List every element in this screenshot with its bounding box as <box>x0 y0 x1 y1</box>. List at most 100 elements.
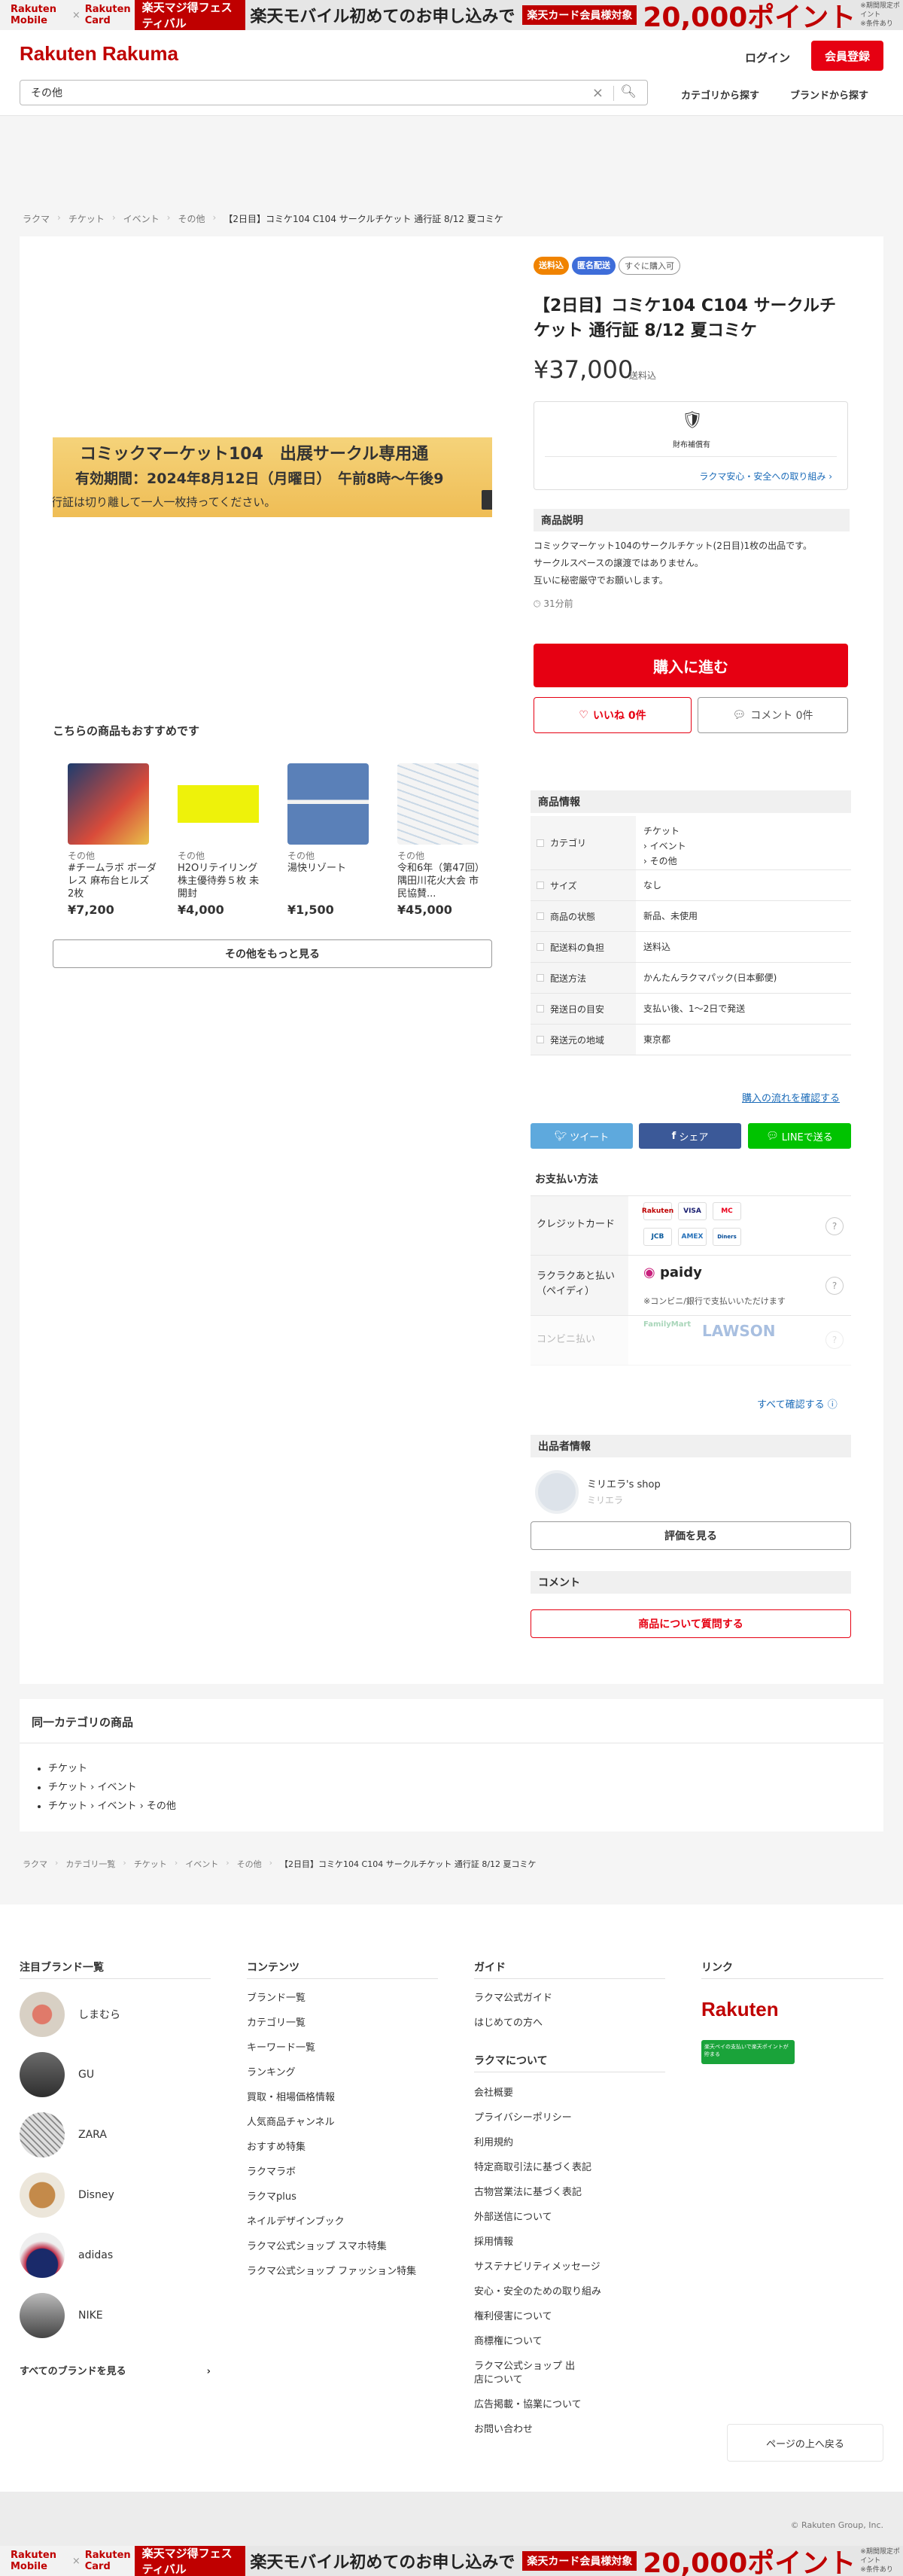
breadcrumb-item[interactable]: イベント <box>123 212 160 225</box>
footer-brand-item[interactable]: Disney <box>20 2173 114 2218</box>
footer-brand-item[interactable]: しまむら <box>20 1992 120 2037</box>
payment-all-link[interactable]: すべて確認する ⓘ <box>757 1396 838 1411</box>
login-link[interactable]: ログイン <box>745 50 790 65</box>
footer-brands-all[interactable]: すべてのブランドを見る › <box>20 2365 211 2379</box>
promo-brand-card: Rakuten Card <box>84 4 131 26</box>
footer-link[interactable]: 権利侵害について <box>474 2310 552 2324</box>
seller-avatar[interactable] <box>535 1470 579 1514</box>
promo-banner-bottom[interactable]: Rakuten Mobile × Rakuten Card 楽天マジ得フェスティ… <box>0 2546 903 2576</box>
footer-link[interactable]: 特定商取引法に基づく表記 <box>474 2161 591 2175</box>
breadcrumb-item[interactable]: ラクマ <box>23 1858 47 1870</box>
help-icon[interactable]: ? <box>825 1331 844 1349</box>
footer-brand-item[interactable]: ZARA <box>20 2112 107 2157</box>
rakuten-pay-link[interactable]: 楽天ペイの支払いで楽天ポイントが貯まる <box>701 2040 795 2064</box>
footer-link[interactable]: ラクマ公式ショップ 出店について <box>474 2360 579 2387</box>
breadcrumb-item[interactable]: その他 <box>178 212 205 225</box>
help-icon[interactable]: ? <box>825 1217 844 1235</box>
footer-link[interactable]: 広告掲載・協業について <box>474 2398 582 2412</box>
promo-card-text: 楽天カード会員様対象 <box>522 5 637 25</box>
footer-link[interactable]: カテゴリ一覧 <box>247 2017 306 2030</box>
footer-brand-item[interactable]: NIKE <box>20 2293 103 2338</box>
recommend-item[interactable]: その他 湯快リゾート ¥1,500 <box>287 763 378 917</box>
footer-link[interactable]: プライバシーポリシー <box>474 2112 572 2125</box>
info-row-ship-days: 発送日の目安 支払い後、1〜2日で発送 <box>531 994 851 1025</box>
footer-link[interactable]: ラクマ公式ショップ スマホ特集 <box>247 2240 387 2254</box>
category-link[interactable]: チケット <box>643 826 680 836</box>
comment-button[interactable]: 💬︎ コメント 0件 <box>698 697 848 733</box>
more-items-button[interactable]: その他をもっと見る <box>53 939 492 968</box>
rakuten-link[interactable]: Rakuten <box>701 1998 779 2020</box>
breadcrumb-item[interactable]: イベント <box>185 1858 218 1870</box>
review-button[interactable]: 評価を見る <box>531 1521 851 1550</box>
page-top-button[interactable]: ページの上へ戻る <box>727 2424 883 2462</box>
promo-mobile-text: 楽天モバイル初めてのお申し込みで <box>250 8 515 26</box>
breadcrumb-item[interactable]: チケット <box>68 212 105 225</box>
help-icon[interactable]: ? <box>825 1277 844 1295</box>
buy-button[interactable]: 購入に進む <box>534 644 848 687</box>
footer-link[interactable]: ラクマplus <box>247 2191 296 2204</box>
recommend-item[interactable]: その他 令和6年（第47回）隅田川花火大会 市民協賛... ¥45,000 <box>397 763 488 917</box>
chevron-right-icon: › <box>206 2366 211 2377</box>
category-link[interactable]: › その他 <box>643 856 677 866</box>
recommend-name: 湯快リゾート <box>287 863 347 874</box>
footer-brand-item[interactable]: adidas <box>20 2233 113 2278</box>
purchase-flow-link[interactable]: 購入の流れを確認する <box>742 1090 840 1104</box>
posted-time: 🕒︎ 31分前 <box>534 598 573 609</box>
like-button[interactable]: ♡ いいね 0件 <box>534 697 692 733</box>
search-input[interactable]: その他 × 🔍︎ <box>20 80 648 105</box>
footer-link[interactable]: 利用規約 <box>474 2136 513 2150</box>
footer-link[interactable]: 買取・相場価格情報 <box>247 2091 335 2105</box>
promo-banner-top[interactable]: Rakuten Mobile × Rakuten Card 楽天マジ得フェスティ… <box>0 0 903 33</box>
footer-link[interactable]: お問い合わせ <box>474 2423 533 2437</box>
product-image[interactable]: コミックマーケット104 出展サークル専用通 有効期間：2024年8月12日（月… <box>53 437 492 517</box>
footer-link[interactable]: キーワード一覧 <box>247 2042 315 2055</box>
footer-link[interactable]: 外部送信について <box>474 2211 552 2224</box>
footer-link[interactable]: ランキング <box>247 2066 296 2080</box>
footer-link[interactable]: 採用情報 <box>474 2236 513 2249</box>
breadcrumb-item[interactable]: ラクマ <box>23 212 50 225</box>
search-icon[interactable]: 🔍︎ <box>620 84 637 99</box>
paidy-note: ※コンビニ/銀行で支払いいただけます <box>643 1296 786 1306</box>
footer-link[interactable]: はじめての方へ <box>474 2017 543 2030</box>
same-category-link[interactable]: チケット › イベント › その他 <box>48 1801 176 1812</box>
footer-link[interactable]: ネイルデザインブック <box>247 2215 345 2229</box>
register-button[interactable]: 会員登録 <box>811 41 883 71</box>
product-price: ¥37,000 <box>534 355 634 384</box>
footer-link[interactable]: 商標権について <box>474 2335 543 2349</box>
facebook-share-button[interactable]: f シェア <box>639 1123 741 1149</box>
recommend-item[interactable]: その他 #チームラボ ボーダレス 麻布台ヒルズ 2枚 ¥7,200 <box>68 763 158 917</box>
footer-link[interactable]: 人気商品チャンネル <box>247 2116 335 2130</box>
safety-link[interactable]: ラクマ安心・安全への取り組み › <box>699 470 832 483</box>
footer-link[interactable]: ラクマ公式ショップ ファッション特集 <box>247 2265 427 2279</box>
category-link[interactable]: › イベント <box>643 841 686 851</box>
line-share-button[interactable]: 💬︎ LINEで送る <box>748 1123 851 1149</box>
nav-category-link[interactable]: カテゴリから探す <box>681 87 759 102</box>
footer-link[interactable]: 安心・安全のための取り組み <box>474 2285 601 2299</box>
copyright: © Rakuten Group, Inc. <box>790 2520 883 2530</box>
footer-link[interactable]: 会社概要 <box>474 2087 513 2100</box>
ask-question-button[interactable]: 商品について質問する <box>531 1609 851 1638</box>
footer-link[interactable]: ブランド一覧 <box>247 1992 306 2005</box>
lawson-logo: LAWSON <box>702 1322 776 1340</box>
brand-avatar <box>20 2173 65 2218</box>
same-category-link[interactable]: チケット <box>48 1763 87 1774</box>
footer-link[interactable]: サステナビリティメッセージ <box>474 2261 600 2274</box>
footer-about-title: ラクマについて <box>474 2055 548 2067</box>
footer-brand-item[interactable]: GU <box>20 2052 94 2097</box>
footer-link[interactable]: おすすめ特集 <box>247 2141 306 2154</box>
breadcrumb-item[interactable]: チケット <box>134 1858 167 1870</box>
recommend-item[interactable]: その他 H2Oリテイリング 株主優待券５枚 未開封 ¥4,000 <box>178 763 268 917</box>
nav-brand-link[interactable]: ブランドから探す <box>790 87 868 102</box>
footer-link[interactable]: 古物営業法に基づく表記 <box>474 2186 582 2200</box>
site-logo[interactable]: Rakuten Rakuma <box>20 42 178 65</box>
tweet-button[interactable]: 🐦︎ ツイート <box>531 1123 633 1149</box>
breadcrumb-item[interactable]: カテゴリ一覧 <box>65 1858 115 1870</box>
seller-name[interactable]: ミリエラ's shop <box>587 1476 661 1490</box>
image-text-line1: コミックマーケット104 出展サークル専用通 <box>80 445 429 464</box>
same-category-link[interactable]: チケット › イベント <box>48 1782 136 1793</box>
breadcrumb-item[interactable]: その他 <box>237 1858 262 1870</box>
same-category-section: 同一カテゴリの商品 チケット チケット › イベント チケット › イベント ›… <box>20 1699 883 1832</box>
clear-icon[interactable]: × <box>592 85 604 101</box>
footer-link[interactable]: ラクマラボ <box>247 2166 296 2179</box>
footer-link[interactable]: ラクマ公式ガイド <box>474 1992 552 2005</box>
